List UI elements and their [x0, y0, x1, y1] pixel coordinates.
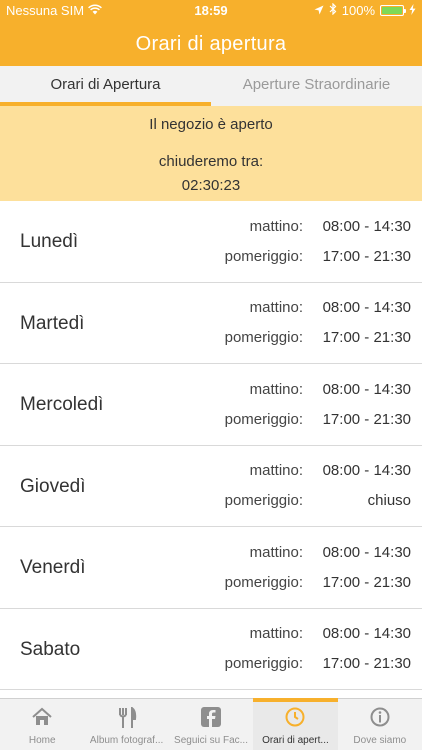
morning-hours: mattino: 08:00 - 14:30	[225, 460, 411, 482]
tab-home[interactable]: Home	[0, 699, 84, 750]
battery-percent: 100%	[341, 3, 375, 18]
afternoon-value: 17:00 - 21:30	[322, 655, 411, 672]
tab-seguici-su-facebook[interactable]: Seguici su Fac...	[169, 699, 253, 750]
day-hours: mattino: 08:00 - 14:30 pomeriggio: 17:00 -…	[225, 609, 411, 690]
afternoon-value: 17:00 - 21:30	[322, 410, 411, 428]
closing-label: chiuderemo tra:	[158, 153, 264, 170]
bluetooth-icon	[329, 2, 337, 18]
morning-value: 08:00 - 14:30	[322, 543, 411, 561]
day-hours: mattino: 08:00 - 14:30 pomeriggio: 17:00 -…	[225, 527, 411, 608]
afternoon-hours: pomeriggio: chiuso	[225, 490, 411, 512]
page-title: Orari di apertura	[135, 33, 287, 55]
day-hours: mattino: 08:00 - 14:30 pomeriggio: 17:00 -…	[225, 283, 411, 364]
day-name: Lunedì	[20, 231, 79, 252]
navigation-bar: Orari di apertura	[0, 22, 422, 66]
open-status-banner: Il negozio è aperto chiuderemo tra: 02:3…	[0, 106, 422, 201]
battery-fill	[382, 7, 402, 14]
status-bar: Nessuna SIM 18:59 100%	[0, 0, 422, 22]
clock-icon	[253, 707, 337, 729]
day-row-martedi: Martedì mattino: 08:00 - 14:30 pomeriggio…	[0, 282, 422, 364]
day-row-sabato: Sabato mattino: 08:00 - 14:30 pomeriggio:…	[0, 608, 422, 690]
battery-icon	[380, 5, 406, 16]
afternoon-value: 17:00 - 21:30	[322, 573, 411, 591]
morning-label: mattino:	[249, 380, 303, 398]
morning-label: mattino:	[249, 299, 303, 316]
tab-label: Dove siamo	[353, 735, 407, 746]
afternoon-value: 17:00 - 21:30	[322, 247, 411, 265]
afternoon-value: 17:00 - 21:30	[322, 329, 411, 346]
afternoon-hours: pomeriggio: 17:00 - 21:30	[225, 572, 411, 594]
morning-hours: mattino: 08:00 - 14:30	[225, 542, 411, 564]
tab-album-fotografico[interactable]: Album fotograf...	[84, 699, 168, 750]
day-name: Giovedì	[20, 475, 86, 497]
morning-value: 08:00 - 14:30	[322, 462, 411, 479]
day-name: Sabato	[20, 638, 81, 660]
morning-hours: mattino: 08:00 - 14:30	[225, 623, 411, 645]
segmented-tabs: Orari di Apertura Aperture Straordinarie	[0, 66, 422, 106]
afternoon-label: pomeriggio:	[224, 247, 303, 265]
afternoon-label: pomeriggio:	[224, 410, 303, 428]
open-status-text: Il negozio è aperto	[149, 116, 273, 133]
charging-icon	[409, 3, 416, 18]
tab-orari-di-apertura-bottom[interactable]: Orari di apert...	[253, 698, 339, 750]
afternoon-hours: pomeriggio: 17:00 - 21:30	[225, 327, 411, 349]
morning-value: 08:00 - 14:30	[322, 380, 411, 398]
morning-label: mattino:	[249, 625, 303, 642]
bottom-tab-bar: Home Album fotograf... Seguici su Fac...…	[0, 698, 422, 750]
afternoon-hours: pomeriggio: 17:00 - 21:30	[225, 409, 411, 431]
status-right: 100%	[314, 2, 416, 18]
morning-label: mattino:	[249, 217, 303, 235]
morning-value: 08:00 - 14:30	[322, 299, 411, 316]
day-row-partial	[0, 690, 422, 698]
tab-label: Seguici su Fac...	[174, 735, 248, 746]
afternoon-label: pomeriggio:	[224, 492, 303, 509]
morning-label: mattino:	[249, 543, 303, 561]
tab-dove-siamo[interactable]: Dove siamo	[338, 699, 422, 750]
day-row-mercoledi: Mercoledì mattino: 08:00 - 14:30 pomerigg…	[0, 364, 422, 446]
morning-value: 08:00 - 14:30	[322, 217, 411, 235]
afternoon-hours: pomeriggio: 17:00 - 21:30	[225, 246, 411, 268]
day-row-venerdi: Venerdì mattino: 08:00 - 14:30 pomeriggio…	[0, 527, 422, 609]
home-icon	[0, 707, 84, 729]
facebook-icon	[169, 707, 253, 729]
day-hours: mattino: 08:00 - 14:30 pomeriggio: 17:00 -…	[225, 364, 411, 445]
morning-label: mattino:	[249, 462, 303, 479]
day-hours: mattino: 08:00 - 14:30 pomeriggio: 17:00 -…	[225, 201, 411, 282]
tab-label: Album fotograf...	[89, 735, 164, 746]
morning-hours: mattino: 08:00 - 14:30	[225, 216, 411, 238]
opening-hours-list: Lunedì mattino: 08:00 - 14:30 pomeriggio:…	[0, 201, 422, 698]
afternoon-label: pomeriggio:	[224, 329, 303, 346]
morning-hours: mattino: 08:00 - 14:30	[225, 297, 411, 319]
day-hours: mattino: 08:00 - 14:30 pomeriggio: chiuso	[225, 446, 411, 527]
day-row-lunedi: Lunedì mattino: 08:00 - 14:30 pomeriggio:…	[0, 201, 422, 283]
info-icon	[338, 707, 422, 729]
tab-label: Orari di apert...	[262, 735, 329, 746]
morning-value: 08:00 - 14:30	[322, 625, 411, 642]
tab-aperture-straordinarie[interactable]: Aperture Straordinarie	[211, 66, 422, 106]
day-name: Martedì	[20, 312, 85, 334]
tab-orari-di-apertura[interactable]: Orari di Apertura	[0, 66, 211, 106]
day-name: Mercoledì	[20, 394, 104, 415]
closing-countdown: 02:30:23	[181, 177, 241, 194]
day-row-giovedi: Giovedì mattino: 08:00 - 14:30 pomeriggio…	[0, 445, 422, 527]
location-arrow-icon	[314, 3, 324, 18]
day-name: Venerdì	[20, 557, 86, 578]
afternoon-label: pomeriggio:	[224, 655, 303, 672]
fork-knife-icon	[84, 707, 168, 729]
afternoon-label: pomeriggio:	[224, 573, 303, 591]
afternoon-value: chiuso	[367, 492, 411, 509]
morning-hours: mattino: 08:00 - 14:30	[225, 379, 411, 401]
afternoon-hours: pomeriggio: 17:00 - 21:30	[225, 653, 411, 675]
tab-label: Home	[28, 735, 56, 746]
